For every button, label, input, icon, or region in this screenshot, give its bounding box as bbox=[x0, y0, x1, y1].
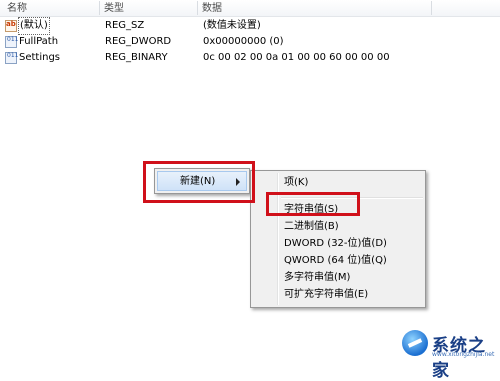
column-header-type[interactable]: 类型 bbox=[104, 2, 124, 15]
binary-value-icon: 011 bbox=[5, 52, 18, 64]
logo-mark-icon bbox=[402, 330, 428, 356]
logo-url: www.xitongzhijia.net bbox=[432, 351, 495, 358]
value-data: 0x00000000 (0) bbox=[203, 36, 284, 47]
new-submenu: 项(K) 字符串值(S) 二进制值(B) DWORD (32-位)值(D) QW… bbox=[250, 170, 426, 308]
submenu-item-expandable-string-value[interactable]: 可扩充字符串值(E) bbox=[253, 286, 423, 303]
column-header-data[interactable]: 数据 bbox=[202, 2, 222, 15]
annotation-highlight-new bbox=[143, 161, 255, 203]
value-name: FullPath bbox=[19, 36, 59, 47]
column-divider[interactable] bbox=[431, 1, 432, 15]
menu-item-label: 项(K) bbox=[284, 177, 309, 188]
menu-item-label: 二进制值(B) bbox=[284, 221, 339, 232]
column-divider[interactable] bbox=[99, 1, 100, 15]
menu-item-label: 多字符串值(M) bbox=[284, 272, 351, 283]
value-data: (数值未设置) bbox=[203, 20, 261, 31]
annotation-highlight-string-value bbox=[266, 192, 360, 216]
submenu-item-binary-value[interactable]: 二进制值(B) bbox=[253, 218, 423, 235]
list-item[interactable]: 011 Settings REG_BINARY 0c 00 02 00 0a 0… bbox=[0, 50, 500, 66]
list-item[interactable]: 011 FullPath REG_DWORD 0x00000000 (0) bbox=[0, 34, 500, 50]
value-type: REG_SZ bbox=[105, 20, 145, 31]
column-divider[interactable] bbox=[197, 1, 198, 15]
menu-item-label: 可扩充字符串值(E) bbox=[284, 289, 369, 300]
submenu-item-key[interactable]: 项(K) bbox=[253, 174, 423, 191]
menu-item-label: QWORD (64 位)值(Q) bbox=[284, 255, 387, 266]
value-type: REG_BINARY bbox=[105, 52, 168, 63]
menu-item-label: DWORD (32-位)值(D) bbox=[284, 238, 387, 249]
submenu-item-multi-string-value[interactable]: 多字符串值(M) bbox=[253, 269, 423, 286]
list-header: 名称 类型 数据 bbox=[0, 0, 500, 17]
value-name: (默认) bbox=[18, 17, 50, 35]
string-value-icon: ab bbox=[5, 20, 17, 32]
submenu-item-qword-value[interactable]: QWORD (64 位)值(Q) bbox=[253, 252, 423, 269]
value-name: Settings bbox=[19, 52, 61, 63]
value-data: 0c 00 02 00 0a 01 00 00 60 00 00 00 bbox=[203, 52, 390, 63]
binary-value-icon: 011 bbox=[5, 36, 18, 48]
submenu-item-dword-value[interactable]: DWORD (32-位)值(D) bbox=[253, 235, 423, 252]
column-header-name[interactable]: 名称 bbox=[7, 2, 27, 15]
watermark-logo: 系统之家 www.xitongzhijia.net bbox=[398, 326, 500, 381]
value-type: REG_DWORD bbox=[105, 36, 172, 47]
list-item[interactable]: ab (默认) REG_SZ (数值未设置) bbox=[0, 17, 500, 35]
